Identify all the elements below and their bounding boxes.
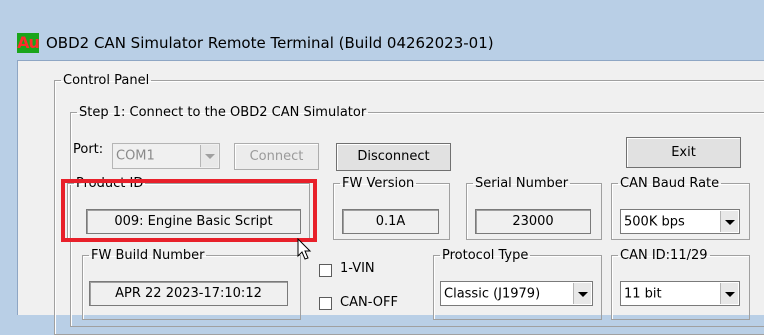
chevron-down-icon xyxy=(720,283,738,304)
disconnect-button[interactable]: Disconnect xyxy=(336,143,451,171)
port-select[interactable]: COM1 xyxy=(112,143,220,169)
fw-version-field: 0.1A xyxy=(342,209,439,234)
can-baud-rate-value: 500K bps xyxy=(624,214,685,229)
can-id-legend: CAN ID:11/29 xyxy=(620,248,708,263)
protocol-type-select[interactable]: Classic (J1979) xyxy=(440,281,593,306)
vin-checkbox[interactable] xyxy=(319,264,332,277)
can-id-value: 11 bit xyxy=(624,286,662,301)
vin-label: 1-VIN xyxy=(340,261,375,276)
exit-button[interactable]: Exit xyxy=(626,137,741,168)
port-value: COM1 xyxy=(116,148,155,164)
can-off-label: CAN-OFF xyxy=(340,295,398,310)
can-baud-rate-legend: CAN Baud Rate xyxy=(620,176,720,191)
serial-number-field: 23000 xyxy=(475,209,591,234)
fw-build-number-legend: FW Build Number xyxy=(91,248,205,263)
fw-build-number-field: APR 22 2023-17:10:12 xyxy=(89,281,288,306)
product-id-highlight xyxy=(61,179,317,242)
fw-version-legend: FW Version xyxy=(342,176,415,191)
window-title: OBD2 CAN Simulator Remote Terminal (Buil… xyxy=(46,34,494,52)
chevron-down-icon xyxy=(720,211,738,232)
step1-legend: Step 1: Connect to the OBD2 CAN Simulato… xyxy=(79,105,367,120)
serial-number-legend: Serial Number xyxy=(475,176,569,191)
can-id-select[interactable]: 11 bit xyxy=(620,281,740,306)
protocol-type-legend: Protocol Type xyxy=(442,248,529,263)
can-baud-rate-select[interactable]: 500K bps xyxy=(620,209,740,234)
connect-button[interactable]: Connect xyxy=(234,143,319,170)
port-label: Port: xyxy=(73,142,104,157)
app-icon: Au xyxy=(17,33,40,53)
control-panel-legend: Control Panel xyxy=(63,73,150,88)
title-bar[interactable]: Au OBD2 CAN Simulator Remote Terminal (B… xyxy=(0,0,764,60)
pointer-cursor-icon xyxy=(297,238,312,260)
chevron-down-icon xyxy=(200,145,218,167)
chevron-down-icon xyxy=(573,283,591,304)
can-off-checkbox[interactable] xyxy=(319,297,332,310)
protocol-type-value: Classic (J1979) xyxy=(444,286,541,301)
